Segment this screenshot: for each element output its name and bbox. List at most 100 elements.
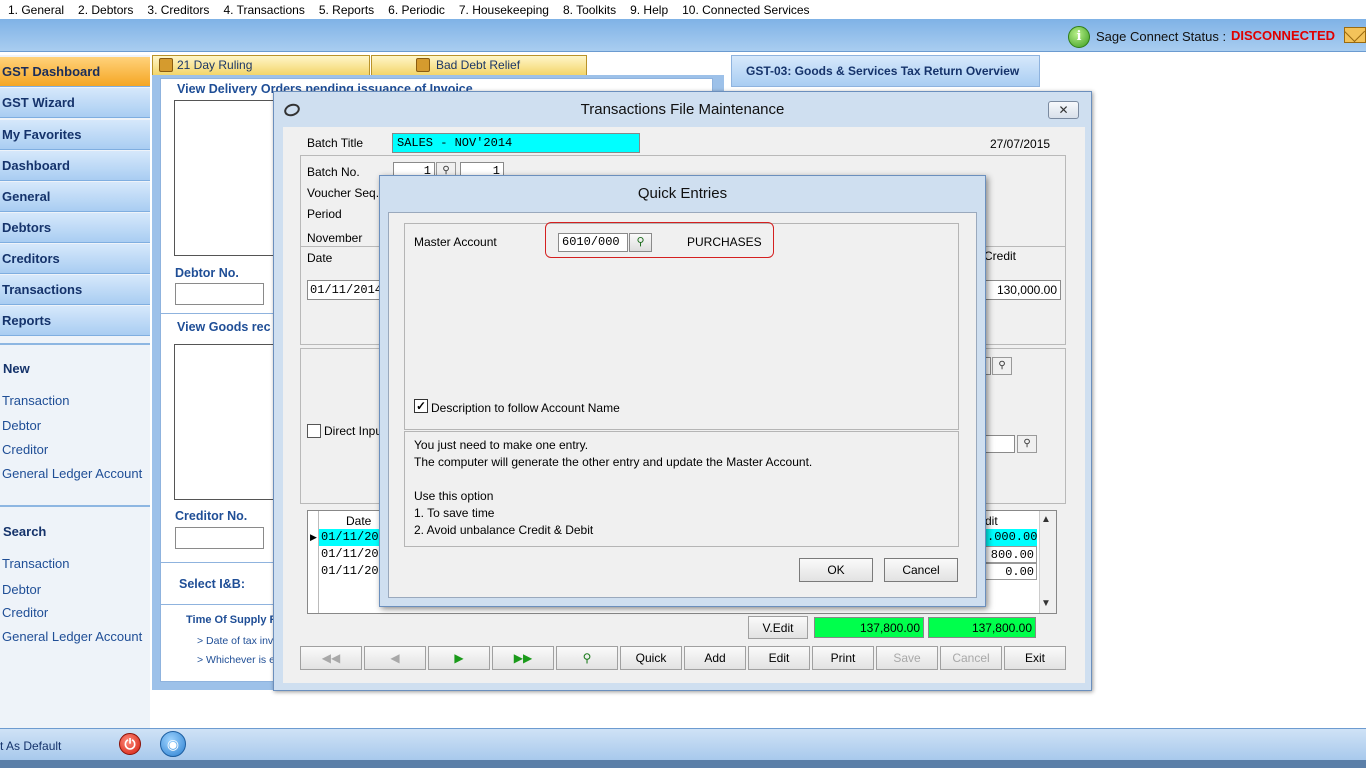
total-debit: 137,800.00 xyxy=(814,617,924,638)
taskbar-strip xyxy=(0,760,1366,768)
set-as-default-link[interactable]: t As Default xyxy=(0,739,61,753)
sidebar-item-reports[interactable]: Reports xyxy=(0,306,150,336)
debtor-no-input[interactable] xyxy=(175,283,264,305)
description-follow-checkbox[interactable]: ✓ xyxy=(414,399,428,413)
menu-toolkits[interactable]: 8. Toolkits xyxy=(563,3,616,17)
credit-label: Credit xyxy=(984,249,1017,263)
date-label: Date xyxy=(307,251,333,265)
menu-housekeeping[interactable]: 7. Housekeeping xyxy=(459,3,549,17)
table-cell-credit[interactable]: 800.00 xyxy=(985,546,1037,563)
quick-button[interactable]: Quick xyxy=(620,646,682,670)
sidebar-item-my-favorites[interactable]: My Favorites xyxy=(0,120,150,150)
table-row[interactable]: 01/11/20 xyxy=(319,529,381,546)
row-pointer-icon: ▶ xyxy=(310,532,317,542)
add-button[interactable]: Add xyxy=(684,646,746,670)
delivery-orders-list xyxy=(174,100,284,256)
previous-record-icon[interactable]: ◀ xyxy=(364,646,426,670)
edit-button[interactable]: Edit xyxy=(748,646,810,670)
highlight-annotation xyxy=(545,222,774,258)
time-of-supply-bullet: > Whichever is e xyxy=(197,654,275,666)
bottom-bar xyxy=(0,728,1366,760)
search-icon[interactable]: ⚲ xyxy=(556,646,618,670)
batch-title-input[interactable]: SALES - NOV'2014 xyxy=(392,133,640,153)
search-icon[interactable]: ⚲ xyxy=(992,357,1012,375)
sidebar-item-transactions[interactable]: Transactions xyxy=(0,275,150,305)
search-debtor-link[interactable]: Debtor xyxy=(2,582,41,597)
exit-button[interactable]: Exit xyxy=(1004,646,1066,670)
search-gl-account-link[interactable]: General Ledger Account xyxy=(2,629,142,644)
menu-help[interactable]: 9. Help xyxy=(630,3,668,17)
close-icon[interactable]: ✕ xyxy=(1048,101,1079,119)
sage-connect-status-label: Sage Connect Status : xyxy=(1096,29,1227,44)
gst03-overview-tab[interactable]: GST-03: Goods & Services Tax Return Over… xyxy=(731,55,1040,87)
creditor-no-label: Creditor No. xyxy=(175,509,248,523)
description-input[interactable] xyxy=(985,435,1015,453)
sidebar-item-gst-dashboard[interactable]: GST Dashboard xyxy=(0,57,150,87)
cancel-button[interactable]: Cancel xyxy=(940,646,1002,670)
last-record-icon[interactable]: ▶▶ xyxy=(492,646,554,670)
vedit-button[interactable]: V.Edit xyxy=(748,616,808,639)
sidebar-item-general[interactable]: General xyxy=(0,182,150,212)
ok-button[interactable]: OK xyxy=(799,558,873,582)
menu-bar: 1. General 2. Debtors 3. Creditors 4. Tr… xyxy=(0,0,1366,19)
quick-entries-title: Quick Entries xyxy=(637,185,728,202)
panel-separator xyxy=(161,604,274,605)
power-icon[interactable]: ⏻ xyxy=(119,733,141,755)
direct-input-label: Direct Inpu xyxy=(324,424,383,438)
sidebar-item-dashboard[interactable]: Dashboard xyxy=(0,151,150,181)
info-text: The computer will generate the other ent… xyxy=(414,455,813,469)
batch-no-label: Batch No. xyxy=(307,165,360,179)
next-record-icon[interactable]: ▶ xyxy=(428,646,490,670)
table-cell-credit[interactable]: 0.00 xyxy=(985,563,1037,580)
date-input[interactable]: 01/11/2014 xyxy=(307,280,382,300)
sidebar-item-creditors[interactable]: Creditors xyxy=(0,244,150,274)
sidebar-item-debtors[interactable]: Debtors xyxy=(0,213,150,243)
mail-icon[interactable] xyxy=(1344,27,1366,43)
sidebar-item-gst-wizard[interactable]: GST Wizard xyxy=(0,88,150,118)
scroll-down-icon[interactable]: ▼ xyxy=(1041,598,1051,609)
creditor-no-input[interactable] xyxy=(175,527,264,549)
grid-credit-header: dit xyxy=(985,514,998,528)
new-gl-account-link[interactable]: General Ledger Account xyxy=(2,466,142,481)
rss-icon[interactable]: ◉ xyxy=(160,731,186,757)
sidebar: GST Dashboard GST Wizard My Favorites Da… xyxy=(0,55,150,730)
search-transaction-link[interactable]: Transaction xyxy=(2,556,69,571)
menu-reports[interactable]: 5. Reports xyxy=(319,3,374,17)
grid-date-header: Date xyxy=(346,514,372,528)
tab-21-day-ruling[interactable]: 21 Day Ruling xyxy=(152,55,370,75)
debtor-no-label: Debtor No. xyxy=(175,266,239,280)
tfm-title: Transactions File Maintenance xyxy=(580,101,785,118)
info-text: You just need to make one entry. xyxy=(414,438,589,452)
sidebar-search-title: Search xyxy=(3,524,47,539)
menu-debtors[interactable]: 2. Debtors xyxy=(78,3,133,17)
print-button[interactable]: Print xyxy=(812,646,874,670)
first-record-icon[interactable]: ◀◀ xyxy=(300,646,362,670)
sidebar-separator xyxy=(0,343,150,345)
new-transaction-link[interactable]: Transaction xyxy=(2,393,69,408)
scroll-up-icon[interactable]: ▲ xyxy=(1041,514,1051,525)
period-value: November xyxy=(307,231,363,245)
direct-input-checkbox[interactable] xyxy=(307,424,321,438)
menu-connected-services[interactable]: 10. Connected Services xyxy=(682,3,809,17)
menu-creditors[interactable]: 3. Creditors xyxy=(147,3,209,17)
menu-transactions[interactable]: 4. Transactions xyxy=(223,3,304,17)
menu-periodic[interactable]: 6. Periodic xyxy=(388,3,445,17)
save-button[interactable]: Save xyxy=(876,646,938,670)
description-follow-label: Description to follow Account Name xyxy=(431,401,620,415)
qe-cancel-button[interactable]: Cancel xyxy=(884,558,958,582)
sidebar-new-title: New xyxy=(3,361,30,376)
new-creditor-link[interactable]: Creditor xyxy=(2,442,48,457)
voucher-seq-label: Voucher Seq. xyxy=(307,186,380,200)
table-row[interactable]: 01/11/20 xyxy=(319,563,381,580)
tab-bad-debt-relief[interactable]: Bad Debt Relief xyxy=(371,55,587,75)
credit-input[interactable]: 130,000.00 xyxy=(985,280,1061,300)
menu-general[interactable]: 1. General xyxy=(8,3,64,17)
master-account-label: Master Account xyxy=(414,235,497,249)
sidebar-separator xyxy=(0,505,150,507)
view-goods-received-heading: View Goods rec xyxy=(177,320,271,334)
search-icon[interactable]: ⚲ xyxy=(1017,435,1037,453)
search-creditor-link[interactable]: Creditor xyxy=(2,605,48,620)
new-debtor-link[interactable]: Debtor xyxy=(2,418,41,433)
table-cell-credit[interactable]: .000.00 xyxy=(985,529,1037,546)
table-row[interactable]: 01/11/20 xyxy=(319,546,381,563)
